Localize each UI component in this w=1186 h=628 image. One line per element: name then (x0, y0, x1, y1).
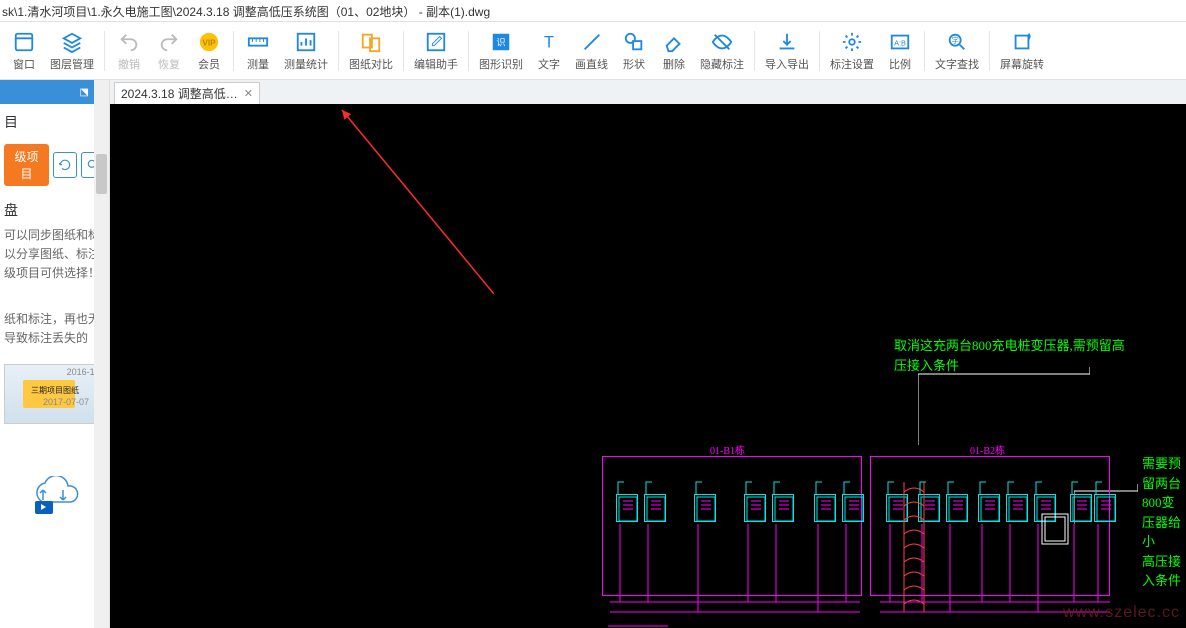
compare-icon (359, 30, 383, 54)
vip-icon: VIP (197, 30, 221, 54)
recognize-icon: 识 (489, 30, 513, 54)
toolbar-label: 标注设置 (830, 56, 874, 72)
hide-icon (710, 30, 734, 54)
toolbar-label: 测量统计 (284, 56, 328, 72)
toolbar-layers[interactable]: 图层管理 (44, 28, 100, 74)
sidebar-thumbnail: 2016-11 三期项目图纸 2017-07-07 (0, 360, 109, 428)
pointer-arrow (334, 104, 494, 294)
annotation-text-1: 取消这充两台800充电桩变压器,需预留高 压接入条件 (894, 336, 1125, 375)
toolbar-window[interactable]: 窗口 (4, 28, 44, 74)
toolbar-settings[interactable]: 标注设置 (824, 28, 880, 74)
find-icon: 字 (945, 30, 969, 54)
toolbar-undo[interactable]: 撤销 (109, 28, 149, 74)
sidebar-header: ⬔ ✕ (0, 80, 109, 104)
rotate-icon (1010, 30, 1034, 54)
play-icon[interactable] (35, 501, 53, 514)
edit-icon (424, 30, 448, 54)
wiring (590, 454, 1150, 628)
toolbar-ruler[interactable]: 测量 (238, 28, 278, 74)
sidebar-desc1: 可以同步图纸和标 以分享图纸、标注 级项目可供选择！ (0, 222, 109, 288)
svg-text:字: 字 (952, 35, 959, 44)
toolbar-recognize[interactable]: 识图形识别 (473, 28, 529, 74)
toolbar-label: 隐藏标注 (700, 56, 744, 72)
toolbar-shape[interactable]: 形状 (614, 28, 654, 74)
sidebar-title: 目 (0, 104, 109, 140)
shape-icon (622, 30, 646, 54)
tab-document[interactable]: 2024.3.18 调整高低… ✕ (114, 82, 260, 104)
toolbar-label: 撤销 (118, 56, 140, 72)
thumb-tag: 三期项目图纸 (31, 385, 79, 396)
toolbar-compare[interactable]: 图纸对比 (343, 28, 399, 74)
window-icon (12, 30, 36, 54)
stats-icon (294, 30, 318, 54)
toolbar-io[interactable]: 导入导出 (759, 28, 815, 74)
new-project-button[interactable]: 级项目 (4, 144, 49, 186)
toolbar-edit[interactable]: 编辑助手 (408, 28, 464, 74)
toolbar-label: 会员 (198, 56, 220, 72)
svg-text:A:B: A:B (894, 38, 906, 47)
ratio-icon: A:B (888, 30, 912, 54)
svg-text:T: T (544, 33, 554, 51)
toolbar-label: 画直线 (575, 56, 608, 72)
tab-label: 2024.3.18 调整高低… (121, 85, 238, 102)
line-icon (580, 30, 604, 54)
cloud-graphic (0, 472, 109, 516)
text-icon: T (537, 30, 561, 54)
toolbar-label: 图纸对比 (349, 56, 393, 72)
toolbar-stats[interactable]: 测量统计 (278, 28, 334, 74)
watermark: www.szelec.cc (1063, 604, 1180, 622)
toolbar-label: 图形识别 (479, 56, 523, 72)
refresh-button[interactable] (53, 152, 77, 178)
toolbar-label: 删除 (663, 56, 685, 72)
toolbar-label: 图层管理 (50, 56, 94, 72)
title-bar: sk\1.清水河项目\1.永久电施工图\2024.3.18 调整高低压系统图（0… (0, 0, 1186, 22)
toolbar-label: 恢复 (158, 56, 180, 72)
toolbar-label: 窗口 (13, 56, 35, 72)
toolbar-ratio[interactable]: A:B 比例 (880, 28, 920, 74)
toolbar-label: 屏幕旋转 (1000, 56, 1044, 72)
leader-line-1 (918, 367, 1090, 445)
toolbar-label: 导入导出 (765, 56, 809, 72)
sidebar-scrollbar[interactable] (94, 80, 109, 628)
drawing-canvas[interactable]: 取消这充两台800充电桩变压器,需预留高 压接入条件 需要预留两台800变压器给… (110, 104, 1186, 628)
io-icon (775, 30, 799, 54)
erase-icon (662, 30, 686, 54)
toolbar-hide[interactable]: 隐藏标注 (694, 28, 750, 74)
toolbar-find[interactable]: 字文字查找 (929, 28, 985, 74)
ruler-icon (246, 30, 270, 54)
sidebar: ⬔ ✕ 目 级项目 盘 可以同步图纸和标 以分享图纸、标注 级项目可供选择！ 纸… (0, 80, 110, 628)
layers-icon (60, 30, 84, 54)
undo-icon (117, 30, 141, 54)
toolbar-rotate[interactable]: 屏幕旋转 (994, 28, 1050, 74)
tab-close-icon[interactable]: ✕ (244, 87, 253, 100)
toolbar-erase[interactable]: 删除 (654, 28, 694, 74)
document-tabs: 2024.3.18 调整高低… ✕ (110, 80, 1186, 104)
toolbar-label: 比例 (889, 56, 911, 72)
toolbar-label: 形状 (623, 56, 645, 72)
svg-text:识: 识 (496, 37, 505, 47)
toolbar-vip[interactable]: VIP 会员 (189, 28, 229, 74)
toolbar-line[interactable]: 画直线 (569, 28, 614, 74)
toolbar-label: 文字查找 (935, 56, 979, 72)
toolbar-text[interactable]: T 文字 (529, 28, 569, 74)
toolbar-redo[interactable]: 恢复 (149, 28, 189, 74)
settings-icon (840, 30, 864, 54)
redo-icon (157, 30, 181, 54)
sidebar-desc2: 纸和标注，再也无 导致标注丢失的 (0, 306, 109, 352)
pin-icon[interactable]: ⬔ (79, 87, 88, 98)
main-toolbar: 窗口图层管理撤销恢复VIP会员测量测量统计图纸对比编辑助手识图形识别T文字画直线… (0, 22, 1186, 80)
sidebar-subtitle: 盘 (0, 190, 109, 222)
main-area: 2024.3.18 调整高低… ✕ 取消这充两台800充电桩变压器,需预留高 压… (110, 80, 1186, 628)
toolbar-label: 编辑助手 (414, 56, 458, 72)
toolbar-label: 文字 (538, 56, 560, 72)
thumb-date-bottom: 2017-07-07 (43, 397, 89, 407)
svg-text:VIP: VIP (202, 38, 216, 47)
toolbar-label: 测量 (247, 56, 269, 72)
